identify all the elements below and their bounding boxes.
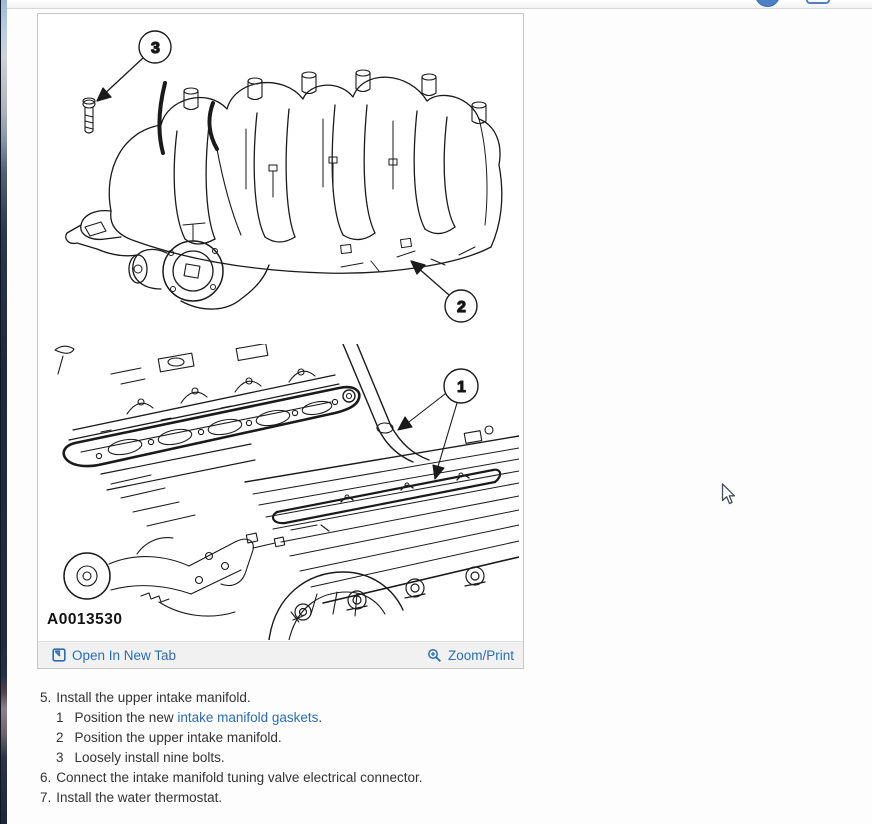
instruction-list: 5. Install the upper intake manifold. 1 Po… [40, 688, 422, 808]
browser-topbar [7, 0, 872, 9]
svg-text:3: 3 [151, 40, 160, 57]
substep-3: 3 Loosely install nine bolts. [56, 748, 422, 768]
step-number: 7. [40, 790, 52, 805]
substep-text-pre: Position the new [74, 710, 178, 725]
callout-2: 2 [410, 260, 478, 323]
substep-number: 3 [56, 750, 64, 765]
figure-panel: 3 2 1 A0013530 Open In New Tab Zoom/Prin… [37, 13, 524, 669]
zoom-icon [428, 648, 442, 662]
mouse-cursor [721, 483, 736, 505]
step-text: Connect the intake manifold tuning valve… [56, 770, 423, 785]
gasket-engine-drawing: 1 [54, 344, 519, 640]
substep-text: Position the upper intake manifold. [74, 730, 282, 745]
content-area: 3 2 1 A0013530 Open In New Tab Zoom/Prin… [7, 9, 872, 824]
substep-2: 2 Position the upper intake manifold. [56, 728, 422, 748]
svg-text:1: 1 [457, 379, 466, 396]
intake-manifold-gasket-left [62, 385, 361, 468]
open-in-new-tab-link[interactable]: Open In New Tab [52, 648, 176, 663]
zoom-print-label: Zoom/Print [447, 647, 514, 663]
substep-number: 1 [56, 710, 64, 725]
background-photo-edge [0, 0, 7, 824]
figure-footer: Open In New Tab Zoom/Print [38, 641, 523, 668]
step-6: 6. Connect the intake manifold tuning val… [40, 768, 422, 788]
substep-text-post: . [318, 710, 323, 725]
step-5: 5. Install the upper intake manifold. [40, 688, 422, 708]
svg-text:2: 2 [457, 299, 466, 316]
substep-text: Loosely install nine bolts. [74, 750, 225, 765]
upper-intake-manifold-drawing: 3 2 [65, 30, 503, 323]
step-text: Install the water thermostat. [56, 790, 223, 805]
diagram-image: 3 2 1 A0013530 [38, 14, 523, 641]
user-avatar-icon[interactable] [755, 0, 780, 7]
open-in-new-tab-label: Open In New Tab [72, 647, 177, 663]
substep-1: 1 Position the new intake manifold gasket… [56, 708, 422, 728]
zoom-print-link[interactable]: Zoom/Print [427, 648, 514, 663]
step-7: 7. Install the water thermostat. [40, 788, 422, 808]
step-number: 6. [40, 770, 52, 785]
callout-3: 3 [96, 30, 172, 102]
toolbar-icon[interactable] [806, 0, 830, 4]
open-in-new-tab-icon [52, 648, 66, 662]
image-id-label: A0013530 [47, 611, 123, 628]
intake-manifold-gaskets-link[interactable]: intake manifold gaskets [177, 710, 318, 725]
page-root: 3 2 1 A0013530 Open In New Tab Zoom/Prin… [0, 0, 872, 824]
step-text: Install the upper intake manifold. [56, 690, 251, 705]
step-number: 5. [40, 690, 52, 705]
substep-number: 2 [56, 730, 64, 745]
